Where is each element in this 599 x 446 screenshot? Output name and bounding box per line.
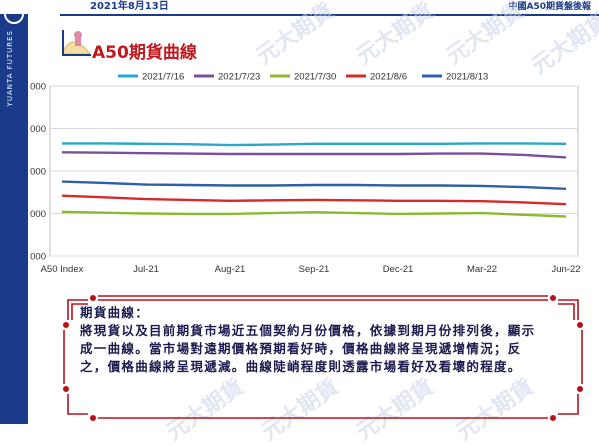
explanation-text: 期貨曲線： 將現貨以及目前期貨市場近五個契約月份價格，依據到期月份排列後，顯示成… [80, 304, 538, 376]
brand-vertical-text: YUANTA FUTURES [6, 30, 14, 107]
legend-label: 2021/8/13 [446, 72, 488, 83]
explanation-heading: 期貨曲線： [80, 305, 150, 320]
y-tick-label: 15000 [30, 209, 46, 220]
y-tick-label: 17000 [30, 124, 46, 135]
legend-label: 2021/8/6 [370, 72, 407, 83]
report-date: 2021年8月13日 [90, 1, 169, 12]
y-tick-label: 16000 [30, 167, 46, 178]
x-tick-label: Sep-21 [299, 264, 330, 275]
chart-title-icon [61, 30, 92, 56]
legend-label: 2021/7/16 [142, 72, 184, 83]
x-tick-label: Dec-21 [383, 264, 414, 275]
legend-label: 2021/7/30 [294, 72, 336, 83]
x-tick-label: Aug-21 [215, 264, 246, 275]
y-tick-label: 18000 [30, 82, 46, 93]
futures-curve-chart: 14000 15000 16000 17000 18000 A50 Index Jul-21… [30, 72, 581, 276]
x-tick-label: A50 Index [41, 264, 84, 275]
section-title: A50期貨曲線 [92, 43, 197, 63]
brand-side-bar: YUANTA FUTURES [0, 0, 28, 424]
y-tick-label: 14000 [30, 252, 46, 263]
explanation-body: 將現貨以及目前期貨市場近五個契約月份價格，依據到期月份排列後，顯示成一曲線。當市… [80, 323, 536, 374]
legend-label: 2021/7/23 [218, 72, 260, 83]
x-tick-label: Jul-21 [133, 264, 159, 275]
x-tick-label: Mar-22 [467, 264, 497, 275]
x-tick-label: Jun-22 [551, 264, 580, 275]
